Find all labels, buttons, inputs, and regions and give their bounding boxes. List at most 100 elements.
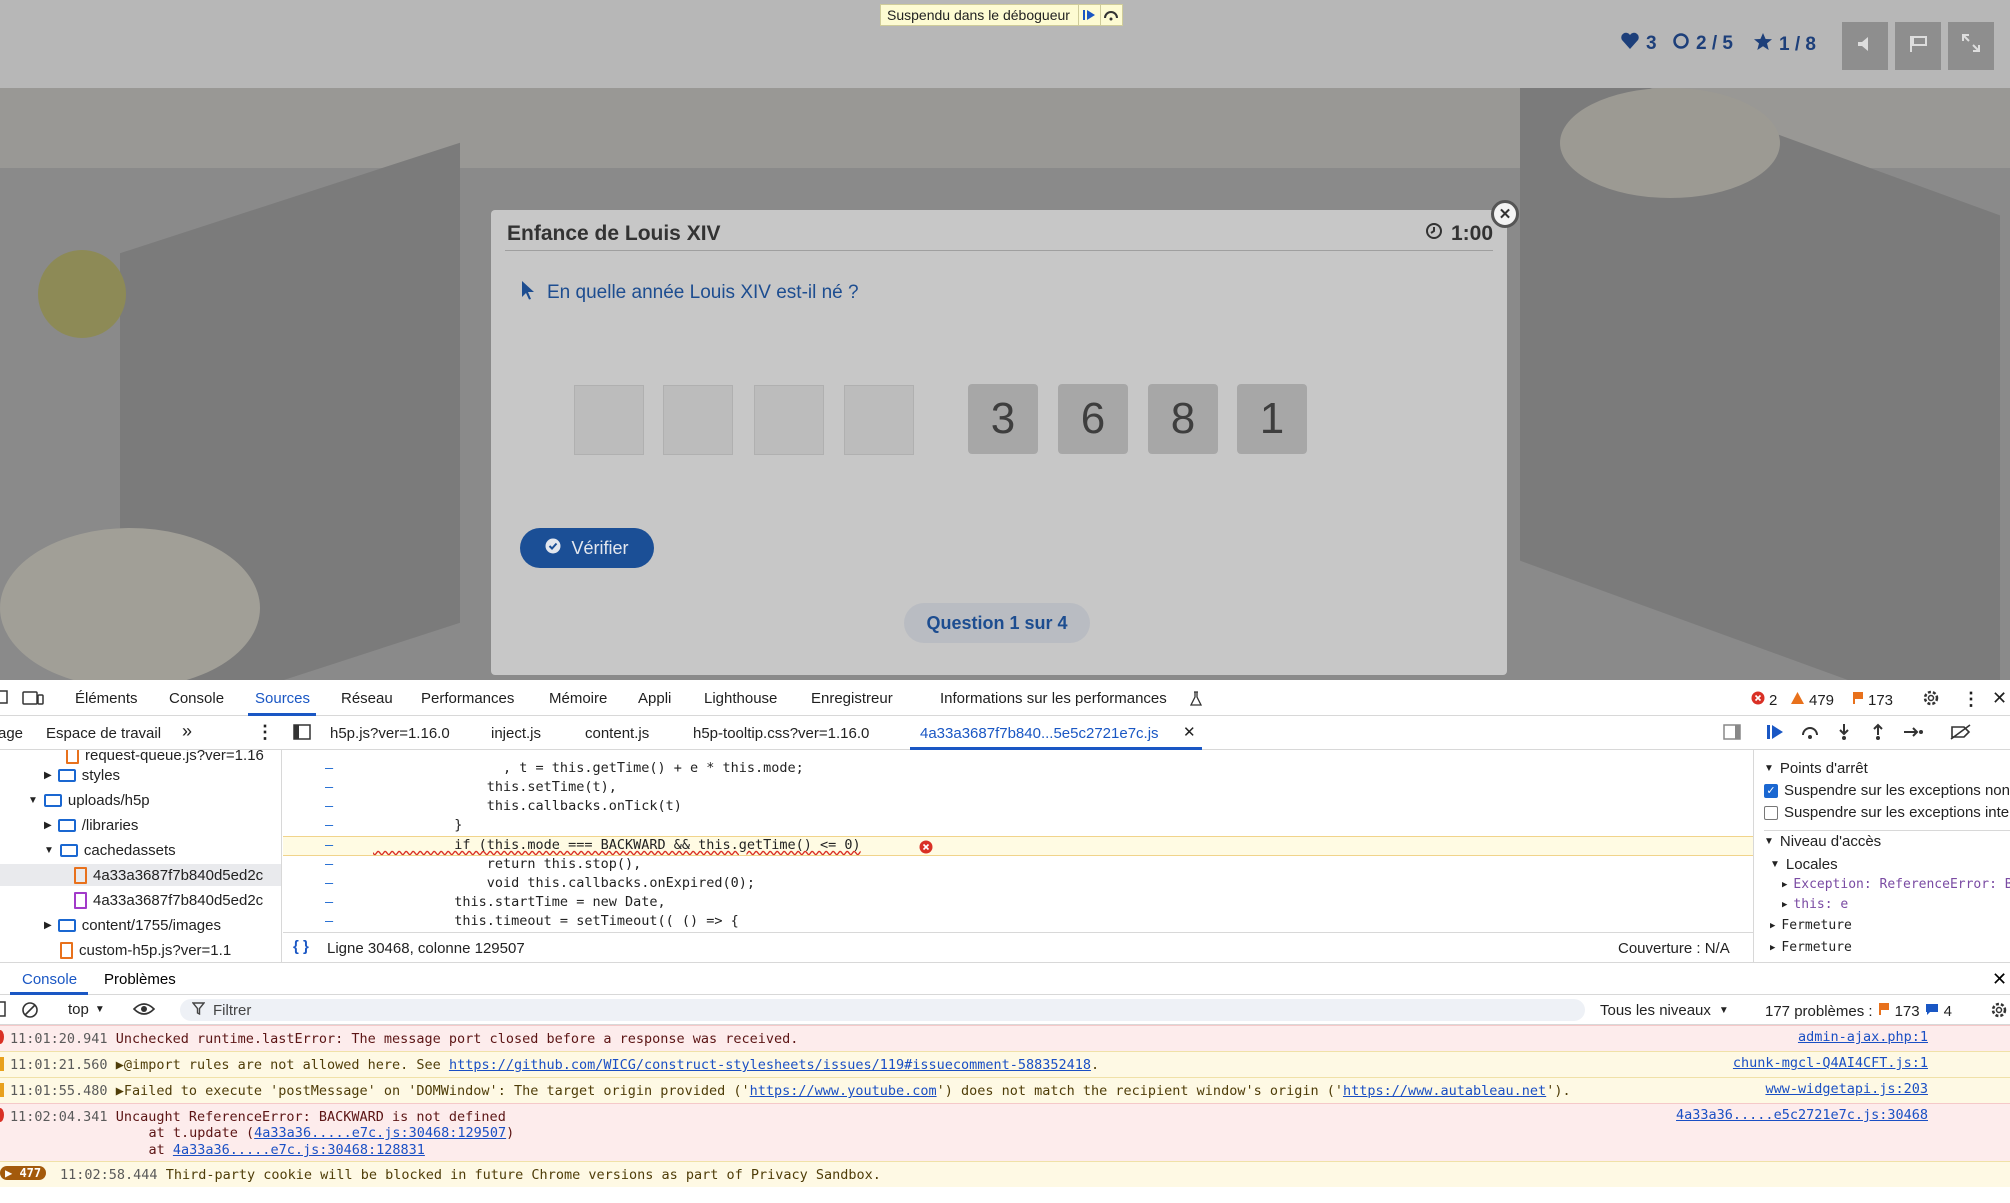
close-devtools-icon[interactable]: ✕ <box>1992 688 2007 709</box>
message-source-link[interactable]: 4a33a36.....e5c2721e7c.js:30468 <box>1676 1107 1928 1123</box>
tab-lighthouse[interactable]: Lighthouse <box>704 690 777 707</box>
inspect-icon[interactable] <box>0 690 10 710</box>
message-link[interactable]: https://www.youtube.com <box>750 1083 937 1099</box>
tab-console[interactable]: Console <box>169 690 224 707</box>
log-levels-dropdown[interactable]: Tous les niveaux ▼ <box>1600 1002 1729 1019</box>
file-tab-active-bundle[interactable]: 4a33a3687f7b840...5e5c2721e7c.js <box>920 725 1159 742</box>
file-tab-content-js[interactable]: content.js <box>585 725 649 742</box>
error-counter[interactable]: 2 <box>1751 691 1777 709</box>
fullscreen-button[interactable] <box>1948 22 1994 70</box>
tab-elements[interactable]: Éléments <box>75 690 138 707</box>
tree-item-file[interactable]: custom-h5p.js?ver=1.1 <box>60 939 231 961</box>
settings-gear-icon[interactable] <box>1922 689 1940 711</box>
scope-variable-this[interactable]: ▶ this: e <box>1782 897 1848 912</box>
console-filter-input[interactable]: Filtrer <box>180 999 1585 1021</box>
scope-variable-exception[interactable]: ▶Exception: ReferenceError: BACKWARD <box>1782 877 2010 892</box>
message-source-link[interactable]: chunk-mgcl-Q4AI4CFT.js:1 <box>1733 1055 1928 1071</box>
tab-recorder[interactable]: Enregistreur <box>811 690 893 707</box>
step-icon[interactable] <box>1903 724 1925 744</box>
tab-sources[interactable]: Sources <box>255 690 310 707</box>
file-tab-h5p-js[interactable]: h5p.js?ver=1.16.0 <box>330 725 450 742</box>
deactivate-breakpoints-icon[interactable] <box>1950 724 1972 744</box>
step-over-icon[interactable] <box>1800 724 1820 744</box>
close-drawer-icon[interactable]: ✕ <box>1992 969 2007 990</box>
checkbox-icon[interactable] <box>1764 805 1778 820</box>
drawer-tab-console[interactable]: Console <box>22 971 77 988</box>
resume-script-icon[interactable] <box>1766 724 1784 744</box>
clear-console-icon[interactable] <box>21 1001 39 1023</box>
message-source-link[interactable]: admin-ajax.php:1 <box>1798 1029 1928 1045</box>
checkbox-checked-icon[interactable]: ✓ <box>1764 783 1778 798</box>
navigator-menu-icon[interactable]: ⋮ <box>256 722 274 743</box>
drawer-tab-issues[interactable]: Problèmes <box>104 971 176 988</box>
console-message-warning[interactable]: ▶ 477 11:02:58.444 Third-party cookie wi… <box>0 1161 2010 1187</box>
scope-section-header[interactable]: ▼ Niveau d'accès <box>1764 830 2010 850</box>
tree-item-folder[interactable]: ▼ uploads/h5p <box>28 789 150 811</box>
error-icon <box>1751 691 1765 709</box>
breakpoints-section-header[interactable]: ▼ Points d'arrêt <box>1764 760 1868 777</box>
closure-scope[interactable]: ▶ Fermeture <box>1770 940 1852 955</box>
navigator-tab-workspace[interactable]: Espace de travail <box>46 725 161 742</box>
close-dialog-button[interactable]: ✕ <box>1491 200 1519 228</box>
context-selector[interactable]: top ▼ <box>60 999 113 1020</box>
code-editor[interactable]: – , t = this.getTime() + e * this.mode; … <box>283 750 1753 932</box>
closure-scope[interactable]: ▶ Fermeture <box>1770 918 1852 933</box>
file-tab-h5p-tooltip-css[interactable]: h5p-tooltip.css?ver=1.16.0 <box>693 725 869 742</box>
tree-item-folder[interactable]: ▶ content/1755/images <box>44 914 221 936</box>
answer-slot[interactable] <box>754 385 824 455</box>
live-expression-eye-icon[interactable] <box>132 1002 156 1020</box>
pause-uncaught-option[interactable]: ✓Suspendre sur les exceptions non interc… <box>1764 782 2010 799</box>
digit-tile[interactable]: 3 <box>968 384 1038 454</box>
verify-button[interactable]: Vérifier <box>520 528 654 568</box>
problems-summary[interactable]: 177 problèmes : 173 4 <box>1765 1002 1952 1020</box>
audio-button[interactable] <box>1842 22 1888 70</box>
pretty-print-icon[interactable]: { } <box>293 938 309 955</box>
tab-application[interactable]: Appli <box>638 690 671 707</box>
issue-counter[interactable]: 173 <box>1852 691 1893 709</box>
more-tabs-icon[interactable]: » <box>182 721 192 742</box>
sidebar-toggle-icon[interactable] <box>0 1001 6 1021</box>
console-settings-gear-icon[interactable] <box>1990 1001 2008 1023</box>
answer-slot[interactable] <box>844 385 914 455</box>
tab-memory[interactable]: Mémoire <box>549 690 607 707</box>
digit-tile[interactable]: 6 <box>1058 384 1128 454</box>
tree-item-folder[interactable]: ▶ styles <box>44 764 120 786</box>
digit-tile[interactable]: 8 <box>1148 384 1218 454</box>
tree-item-file[interactable]: 4a33a3687f7b840d5ed2c <box>74 889 263 911</box>
tree-item-folder[interactable]: ▶/libraries <box>44 814 138 836</box>
step-out-icon[interactable] <box>1870 723 1886 745</box>
pause-caught-option[interactable]: Suspendre sur les exceptions interceptée… <box>1764 804 2010 821</box>
answer-slot[interactable] <box>574 385 644 455</box>
file-tab-inject-js[interactable]: inject.js <box>491 725 541 742</box>
tab-performance[interactable]: Performances <box>421 690 514 707</box>
tree-item-folder[interactable]: ▼ cachedassets <box>44 839 176 861</box>
verify-label: Vérifier <box>571 537 629 558</box>
digit-tile[interactable]: 1 <box>1237 384 1307 454</box>
close-file-tab-icon[interactable]: ✕ <box>1183 723 1196 741</box>
more-options-icon[interactable]: ⋮ <box>1962 689 1980 710</box>
device-toolbar-icon[interactable] <box>22 690 44 710</box>
toggle-debugger-icon[interactable] <box>1723 724 1741 744</box>
tab-performance-insights[interactable]: Informations sur les performances <box>940 690 1167 707</box>
console-message-error[interactable]: 11:01:20.941 Unchecked runtime.lastError… <box>0 1025 2010 1051</box>
message-source-link[interactable]: www-widgetapi.js:203 <box>1765 1081 1928 1097</box>
stack-frame-link[interactable]: 4a33a36.....e7c.js:30468:129507 <box>254 1125 506 1141</box>
local-scope-header[interactable]: ▼ Locales <box>1770 856 1838 873</box>
toggle-navigator-icon[interactable] <box>293 724 311 744</box>
navigator-tab-page[interactable]: age <box>0 725 23 742</box>
message-link[interactable]: https://github.com/WICG/construct-styles… <box>449 1057 1091 1073</box>
tree-item-file-selected[interactable]: 4a33a3687f7b840d5ed2c <box>0 864 281 886</box>
console-message-error[interactable]: 11:02:04.341 Uncaught ReferenceError: BA… <box>0 1103 2010 1161</box>
flag-button[interactable] <box>1895 22 1941 70</box>
answer-slot[interactable] <box>663 385 733 455</box>
warning-counter[interactable]: 479 <box>1790 691 1834 709</box>
resume-icon[interactable] <box>1077 5 1100 25</box>
stack-frame-link[interactable]: 4a33a36.....e7c.js:30468:128831 <box>173 1142 425 1158</box>
console-message-warning[interactable]: 11:01:21.560 ▶@import rules are not allo… <box>0 1051 2010 1077</box>
collapse-arrow-icon: ▼ <box>1764 763 1774 774</box>
step-into-icon[interactable] <box>1836 723 1852 745</box>
tab-network[interactable]: Réseau <box>341 690 393 707</box>
message-link[interactable]: https://www.autableau.net <box>1343 1083 1546 1099</box>
console-message-warning[interactable]: 11:01:55.480 ▶Failed to execute 'postMes… <box>0 1077 2010 1103</box>
step-over-icon[interactable] <box>1099 5 1122 25</box>
